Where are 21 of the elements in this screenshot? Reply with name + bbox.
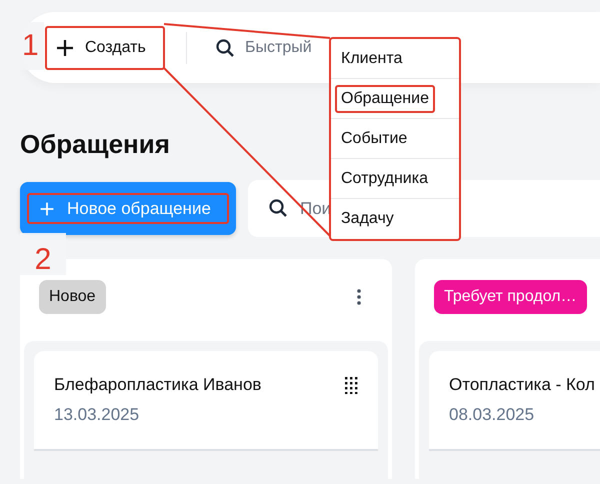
request-card[interactable]: Отопластика - Кол 08.03.2025 (429, 351, 600, 451)
card-date: 13.03.2025 (54, 405, 140, 425)
card-title: Отопластика - Кол (449, 375, 595, 395)
plus-icon (55, 38, 75, 58)
card-title: Блефаропластика Иванов (54, 375, 262, 395)
create-button[interactable]: Создать (45, 26, 165, 70)
menu-item[interactable]: Задачу (331, 199, 459, 239)
plus-icon (39, 200, 55, 216)
step-number: 2 (20, 233, 66, 275)
card-date: 08.03.2025 (449, 405, 536, 425)
search-icon (215, 38, 235, 58)
search-icon (268, 198, 288, 218)
menu-item[interactable]: Клиента (331, 39, 459, 79)
status-badge: Требует продол… (434, 280, 587, 314)
more-icon[interactable] (356, 288, 362, 306)
status-badge: Новое (39, 280, 106, 314)
menu-item[interactable]: Событие (331, 119, 459, 159)
menu-item[interactable]: Сотрудника (331, 159, 459, 199)
drag-handle-icon[interactable] (344, 376, 358, 394)
page-title: Обращения (20, 128, 170, 161)
request-card[interactable]: Блефаропластика Иванов 13.03.2025 (34, 351, 378, 451)
